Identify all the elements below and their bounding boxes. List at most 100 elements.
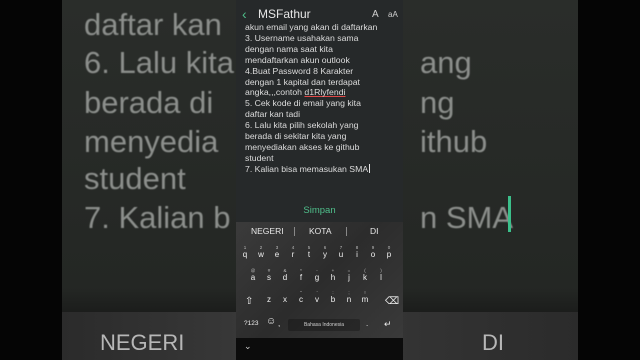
key-label: i (356, 250, 358, 259)
key-x[interactable]: x (279, 290, 291, 304)
key-label: o (370, 250, 376, 259)
key-label: z (267, 295, 271, 304)
emoji-icon[interactable]: ☺ (266, 316, 276, 327)
key-f[interactable]: * f (295, 268, 307, 282)
key-i[interactable]: 8i (351, 245, 363, 259)
note-line: menyediakan akses ke github (245, 141, 360, 152)
bg-text-right: ang (420, 45, 472, 80)
note-line: 5. Cek kode di email yang kita (245, 98, 361, 109)
note-line-text: 7. Kalian bisa memasukan SMA (245, 163, 369, 174)
chevron-down-icon[interactable]: ⌄ (244, 341, 252, 352)
bg-text-line: daftar kan (84, 7, 222, 42)
note-line: 6. Lalu kita pilih sekolah yang (245, 120, 359, 131)
key-s[interactable]: # s (263, 268, 275, 282)
key-label: e (274, 250, 280, 259)
key-label: u (338, 250, 344, 259)
key-e[interactable]: 3e (271, 245, 283, 259)
key-z[interactable]: z (263, 290, 275, 304)
system-nav-bar: ⌄ (236, 338, 403, 360)
key-l[interactable]: ) l (375, 268, 387, 282)
period-key[interactable]: . (366, 319, 368, 328)
key-label: w (258, 250, 264, 259)
key-r[interactable]: 4r (287, 245, 299, 259)
key-m[interactable]: ! m (359, 290, 371, 304)
key-label: y (323, 250, 327, 259)
letterbox-left (0, 0, 62, 360)
space-bar[interactable]: Bahasa Indonesia (288, 319, 360, 331)
key-q[interactable]: 1q (239, 245, 251, 259)
enter-icon[interactable]: ↵ (384, 319, 392, 330)
key-d[interactable]: & d (279, 268, 291, 282)
bg-keyboard-label-right: DI (482, 330, 504, 355)
key-p[interactable]: 0p (383, 245, 395, 259)
key-a[interactable]: @ a (247, 268, 259, 282)
note-line: student (245, 152, 274, 163)
bg-text-line: 7. Kalian b (84, 200, 231, 235)
shift-icon[interactable]: ⇧ (245, 296, 253, 307)
bg-text-right: ng (420, 85, 455, 120)
note-line: dengan nama saat kita (245, 43, 333, 54)
suggestion-divider (294, 227, 295, 236)
suggestion-3[interactable]: DI (370, 226, 379, 236)
key-o[interactable]: 9o (367, 245, 379, 259)
bg-text-line: student (84, 161, 186, 196)
comma-key[interactable]: , (278, 319, 280, 328)
key-n[interactable]: ; n (343, 290, 355, 304)
key-label: d (282, 273, 288, 282)
key-t[interactable]: 5t (303, 245, 315, 259)
bg-text-right: n SMA (420, 200, 514, 235)
key-y[interactable]: 6y (319, 245, 331, 259)
note-line: daftar kan tadi (245, 109, 301, 120)
note-title: MSFathur (258, 7, 311, 21)
note-line: mendaftarkan akun outlook (245, 54, 350, 65)
save-button[interactable]: Simpan (236, 205, 403, 216)
phone-screen: ‹ MSFathur A aA akun email yang akan di … (236, 0, 403, 360)
key-label: s (267, 273, 271, 282)
key-h[interactable]: + h (327, 268, 339, 282)
key-c[interactable]: " c (295, 290, 307, 304)
symbols-key[interactable]: ?123 (244, 320, 258, 327)
note-line: dengan 1 kapital dan terdapat (245, 76, 360, 87)
key-label: t (307, 250, 311, 259)
key-label: a (250, 273, 256, 282)
key-label: g (314, 273, 320, 282)
bg-text-line: menyedia (84, 124, 219, 159)
suggestion-1[interactable]: NEGERI (251, 226, 284, 236)
bg-keyboard-label-left: NEGERI (100, 330, 185, 355)
note-line: akun email yang akan di daftarkan (245, 22, 378, 32)
key-b[interactable]: :b (327, 290, 339, 304)
letterbox-right (578, 0, 640, 360)
bg-text-cursor (508, 196, 511, 232)
key-label: c (299, 295, 303, 304)
suggestion-divider (346, 227, 347, 236)
note-line: 7. Kalian bisa memasukan SMA (245, 163, 403, 175)
spellcheck-word[interactable]: d1Rlyfendi (304, 87, 345, 97)
note-line: berada di sekitar kita yang (245, 131, 347, 142)
font-size-icon[interactable]: A (372, 9, 379, 20)
key-label: v (315, 295, 319, 304)
backspace-icon[interactable]: ⌫ (385, 296, 399, 307)
key-w[interactable]: 2w (255, 245, 267, 259)
key-g[interactable]: -g (311, 268, 323, 282)
note-line-text: angka,,,contoh (245, 87, 305, 98)
key-label: f (299, 273, 303, 282)
note-line: angka,,,contoh d1Rlyfendi (245, 87, 403, 98)
key-label: k (363, 273, 367, 282)
key-label: q (242, 250, 248, 259)
key-label: r (291, 250, 295, 259)
note-line: 3. Username usahakan sama (245, 32, 359, 43)
note-editor[interactable]: akun email yang akan di daftarkan 3. Use… (245, 22, 403, 175)
key-label: j (348, 273, 350, 282)
key-j[interactable]: = j (343, 268, 355, 282)
bg-text-line: 6. Lalu kita (84, 45, 234, 80)
back-arrow-icon[interactable]: ‹ (242, 7, 247, 21)
key-u[interactable]: 7u (335, 245, 347, 259)
suggestion-2[interactable]: KOTA (309, 226, 332, 236)
key-k[interactable]: (k (359, 268, 371, 282)
text-style-icon[interactable]: aA (388, 10, 398, 19)
key-label: b (330, 295, 336, 304)
key-v[interactable]: ' v (311, 290, 323, 304)
key-label: h (330, 273, 336, 282)
bg-text-right: ithub (420, 124, 488, 159)
key-label: l (380, 273, 382, 282)
